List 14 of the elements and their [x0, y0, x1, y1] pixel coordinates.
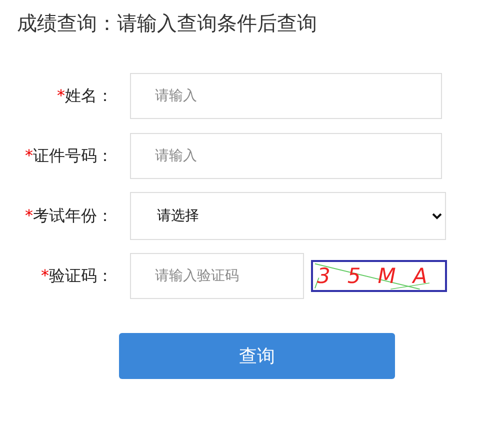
required-mark: *: [25, 146, 33, 164]
input-field[interactable]: 请输入验证码: [130, 253, 304, 299]
input-field[interactable]: 请输入: [130, 133, 442, 179]
field-label: 验证码：: [49, 266, 113, 284]
required-mark: *: [57, 86, 65, 104]
query-button[interactable]: 查询: [119, 333, 395, 379]
field-label: 证件号码：: [33, 146, 113, 164]
input-field[interactable]: 请输入: [130, 73, 442, 119]
page-title: 成绩查询：请输入查询条件后查询: [16, 10, 318, 37]
field-label: 考试年份：: [33, 206, 113, 224]
select-field[interactable]: 请选择: [130, 192, 446, 240]
required-mark: *: [41, 266, 49, 284]
field-label: 姓名：: [65, 86, 113, 104]
required-mark: *: [25, 206, 33, 224]
